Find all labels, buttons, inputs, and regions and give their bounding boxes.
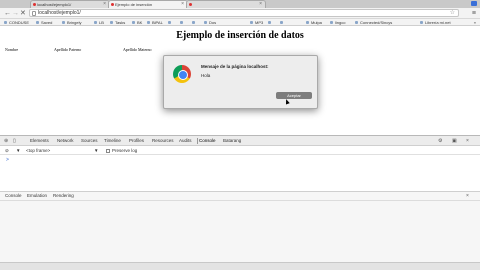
bookmark-item[interactable]: CONDUSE (4, 20, 29, 25)
browser-toolbar: ← → ✕ localhost/ejemplo1/ ☆ ≡ (0, 8, 480, 19)
console-prompt[interactable]: > (6, 157, 9, 163)
address-bar[interactable]: localhost/ejemplo1/ ☆ (29, 9, 459, 17)
tab-ejemplo[interactable]: Ejemplo de inserción × (108, 0, 188, 8)
browser-window: localhost/ejemplo1/ × Ejemplo de inserci… (0, 0, 480, 270)
preserve-log-checkbox[interactable] (106, 149, 110, 153)
bookmark-item[interactable]: lingco (330, 20, 345, 25)
bookmark-item[interactable]: Connected/Sincys (355, 20, 392, 25)
drawer-tab-rendering[interactable]: Rendering (53, 193, 74, 199)
devtools-tab-network[interactable]: Network (57, 138, 74, 144)
console-toolbar: ⊘ ▼ <top frame> ▼ Preserve log (0, 147, 480, 155)
devtools-tab-timeline[interactable]: Timeline (104, 138, 121, 144)
dock-icon[interactable]: ▣ (452, 138, 457, 144)
filter-icon[interactable]: ▼ (16, 148, 20, 154)
tab-third[interactable]: × (186, 0, 266, 8)
desktop-strip (0, 262, 480, 270)
bookmark-item[interactable]: Bringely (62, 20, 81, 25)
tab-title: localhost/ejemplo1/ (37, 2, 72, 7)
close-devtools-icon[interactable]: × (466, 138, 469, 144)
accept-button[interactable]: Aceptar (276, 92, 312, 99)
bookmarks-bar: CONDUSE Saved Bringely LB Tasks BK BiPAL… (0, 19, 480, 26)
drawer-divider (0, 200, 480, 201)
clear-console-icon[interactable]: ⊘ (5, 148, 9, 154)
bookmark-item[interactable]: Mulpa (306, 20, 322, 25)
bookmark-item[interactable]: MP3 (250, 20, 263, 25)
address-bar-url: localhost/ejemplo1/ (38, 10, 81, 16)
page-icon (32, 11, 36, 16)
devtools-tab-audits[interactable]: Audits (179, 138, 192, 144)
bookmark-item[interactable]: Saved (36, 20, 52, 25)
devtools-tab-resources[interactable]: Resources (152, 138, 174, 144)
profile-button[interactable] (471, 1, 477, 6)
stop-reload-icon[interactable]: ✕ (20, 9, 26, 18)
frame-select[interactable]: <top frame> (26, 148, 50, 154)
tab-favicon-icon (111, 3, 114, 6)
close-tab-icon[interactable]: × (103, 1, 106, 8)
forward-icon[interactable]: → (12, 9, 19, 18)
back-icon[interactable]: ← (4, 9, 11, 18)
bookmark-item[interactable]: BK (132, 20, 142, 25)
inspect-element-icon[interactable]: ⊕ (4, 138, 8, 144)
devtools-tab-batarang[interactable]: Batarang (223, 138, 241, 144)
tab-localhost[interactable]: localhost/ejemplo1/ × (30, 0, 110, 8)
bookmark-item[interactable]: Tasks (110, 20, 125, 25)
close-tab-icon[interactable]: × (259, 1, 262, 8)
close-drawer-icon[interactable]: × (466, 193, 469, 199)
device-mode-icon[interactable]: ▯ (13, 138, 16, 144)
devtools-tab-sources[interactable]: Sources (81, 138, 98, 144)
tab-favicon-icon (189, 3, 192, 6)
close-tab-icon[interactable]: × (181, 1, 184, 8)
devtools-tab-elements[interactable]: Elements (30, 138, 49, 144)
settings-icon[interactable]: ⚙ (438, 138, 442, 144)
bookmark-item[interactable]: LB (94, 20, 104, 25)
page-title: Ejemplo de inserción de datos (176, 30, 304, 41)
dialog-message: Hola (201, 73, 211, 78)
column-header: Nombre (5, 47, 19, 52)
bookmark-item[interactable]: BiPAL (147, 20, 163, 25)
devtools-tabbar: ⊕ ▯ Elements Network Sources Timeline Pr… (0, 136, 480, 146)
bookmark-item[interactable]: Librería mi.net (420, 20, 451, 25)
alert-dialog: Mensaje de la página localhost: Hola Ace… (163, 55, 318, 109)
frame-select-chevron-icon[interactable]: ▼ (94, 148, 98, 154)
column-header: Apellido Materno (123, 47, 152, 52)
drawer-tab-emulation[interactable]: Emulation (27, 193, 47, 199)
preserve-log-label: Preserve log (112, 148, 138, 153)
bookmark-star-icon[interactable]: ☆ (450, 10, 455, 17)
devtools-drawer: Console Emulation Rendering × (0, 191, 480, 270)
menu-icon[interactable]: ≡ (472, 9, 476, 18)
bookmark-item[interactable]: Dos (204, 20, 216, 25)
dialog-title: Mensaje de la página localhost: (201, 64, 269, 69)
drawer-tab-console[interactable]: Console (5, 193, 22, 199)
tab-title: Ejemplo de inserción (115, 2, 153, 7)
devtools-tab-profiles[interactable]: Profiles (129, 138, 144, 144)
mouse-cursor-icon (284, 98, 290, 105)
more-bookmarks-icon[interactable]: » (474, 20, 476, 25)
chrome-logo-icon (173, 65, 191, 83)
tab-strip: localhost/ejemplo1/ × Ejemplo de inserci… (0, 0, 480, 8)
column-header: Apellido Paterno (54, 47, 82, 52)
tab-favicon-icon (33, 3, 36, 6)
devtools-panel: ⊕ ▯ Elements Network Sources Timeline Pr… (0, 135, 480, 270)
devtools-tab-console[interactable]: Console (197, 138, 216, 144)
